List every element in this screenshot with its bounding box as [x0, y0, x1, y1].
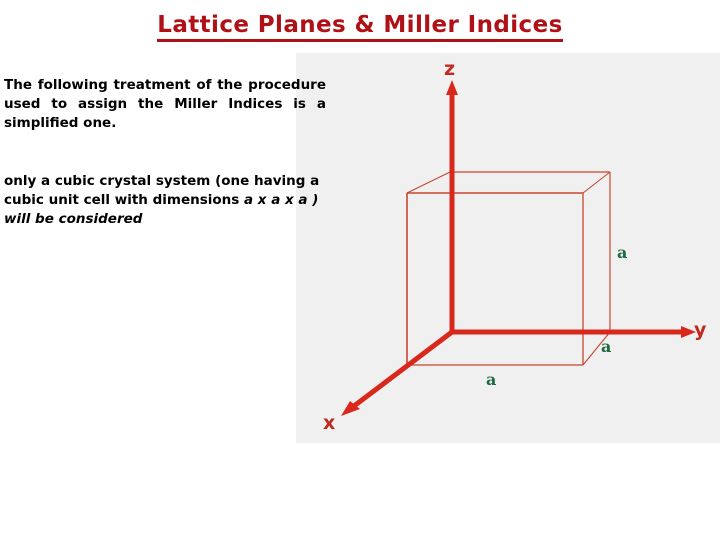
page-title: Lattice Planes & Miller Indices [0, 12, 720, 42]
axis-label-z: z [444, 58, 456, 80]
axis-label-x: x [323, 412, 336, 434]
edge-length-label-bottom: a [486, 370, 497, 389]
paragraph-cubic-system: only a cubic crystal system (one having … [4, 172, 326, 229]
edge-length-label-inner: a [601, 337, 612, 356]
paragraph-intro: The following treatment of the procedure… [4, 77, 326, 131]
slide-canvas: Lattice Planes & Miller Indices The foll… [0, 0, 720, 540]
page-title-text: Lattice Planes & Miller Indices [157, 12, 563, 42]
axis-label-y: y [694, 319, 707, 341]
figure-background-panel [296, 53, 720, 443]
edge-length-label-right: a [617, 243, 628, 262]
